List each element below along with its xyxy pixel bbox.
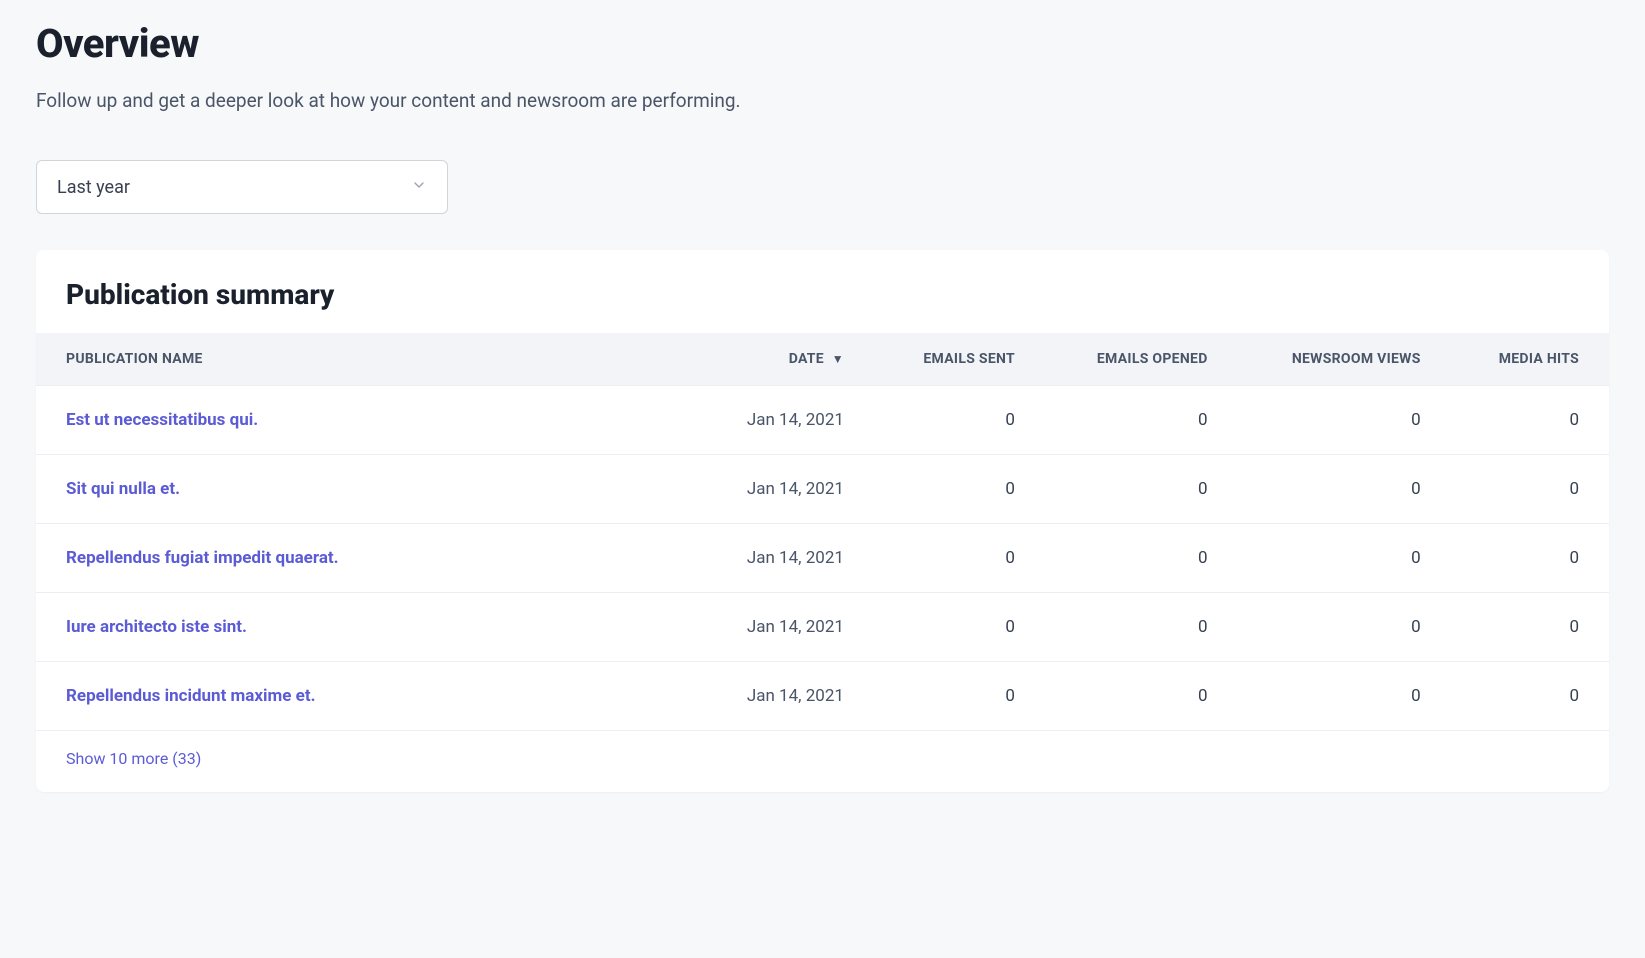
date-range-select[interactable]: Last year (36, 160, 448, 214)
col-header-date-label: Date (789, 351, 824, 367)
cell-media-hits: 0 (1451, 386, 1609, 455)
cell-media-hits: 0 (1451, 593, 1609, 662)
cell-media-hits: 0 (1451, 455, 1609, 524)
cell-date: Jan 14, 2021 (697, 662, 874, 731)
cell-emails-opened: 0 (1045, 524, 1238, 593)
table-row: Sit qui nulla et.Jan 14, 20210000 (36, 455, 1609, 524)
col-header-emails-opened[interactable]: Emails opened (1045, 333, 1238, 386)
col-header-newsroom-views[interactable]: Newsroom views (1238, 333, 1451, 386)
cell-newsroom-views: 0 (1238, 524, 1451, 593)
cell-newsroom-views: 0 (1238, 386, 1451, 455)
publication-link[interactable]: Repellendus incidunt maxime et. (66, 686, 316, 706)
cell-date: Jan 14, 2021 (697, 524, 874, 593)
cell-emails-sent: 0 (874, 524, 1045, 593)
publication-link[interactable]: Iure architecto iste sint. (66, 617, 247, 637)
cell-emails-sent: 0 (874, 455, 1045, 524)
publication-link[interactable]: Repellendus fugiat impedit quaerat. (66, 548, 339, 568)
publication-link[interactable]: Est ut necessitatibus qui. (66, 410, 258, 430)
col-header-name[interactable]: Publication name (36, 333, 697, 386)
date-range-selected-label: Last year (57, 177, 130, 198)
table-row: Repellendus fugiat impedit quaerat. Jan 1… (36, 524, 1609, 593)
cell-media-hits: 0 (1451, 662, 1609, 731)
table-row: Est ut necessitatibus qui.Jan 14, 202100… (36, 386, 1609, 455)
chevron-down-icon (411, 177, 427, 198)
cell-emails-opened: 0 (1045, 455, 1238, 524)
table-row: Iure architecto iste sint.Jan 14, 202100… (36, 593, 1609, 662)
publication-link[interactable]: Sit qui nulla et. (66, 479, 180, 499)
cell-emails-opened: 0 (1045, 662, 1238, 731)
cell-newsroom-views: 0 (1238, 455, 1451, 524)
cell-date: Jan 14, 2021 (697, 455, 874, 524)
publication-summary-card: Publication summary Publication name Dat… (36, 250, 1609, 792)
cell-emails-sent: 0 (874, 662, 1045, 731)
col-header-date[interactable]: Date ▼ (697, 333, 874, 386)
cell-emails-sent: 0 (874, 386, 1045, 455)
page-title: Overview (36, 20, 1609, 67)
sort-desc-icon: ▼ (832, 352, 844, 366)
page-subtitle: Follow up and get a deeper look at how y… (36, 89, 1609, 112)
card-title: Publication summary (36, 278, 1609, 333)
col-header-emails-sent[interactable]: Emails sent (874, 333, 1045, 386)
col-header-media-hits[interactable]: Media hits (1451, 333, 1609, 386)
show-more-link[interactable]: Show 10 more (33) (66, 749, 201, 768)
cell-media-hits: 0 (1451, 524, 1609, 593)
cell-date: Jan 14, 2021 (697, 593, 874, 662)
cell-emails-opened: 0 (1045, 593, 1238, 662)
cell-newsroom-views: 0 (1238, 593, 1451, 662)
cell-emails-opened: 0 (1045, 386, 1238, 455)
cell-emails-sent: 0 (874, 593, 1045, 662)
table-row: Repellendus incidunt maxime et. Jan 14, 2… (36, 662, 1609, 731)
cell-date: Jan 14, 2021 (697, 386, 874, 455)
cell-newsroom-views: 0 (1238, 662, 1451, 731)
publication-summary-table: Publication name Date ▼ Emails sent Emai… (36, 333, 1609, 731)
